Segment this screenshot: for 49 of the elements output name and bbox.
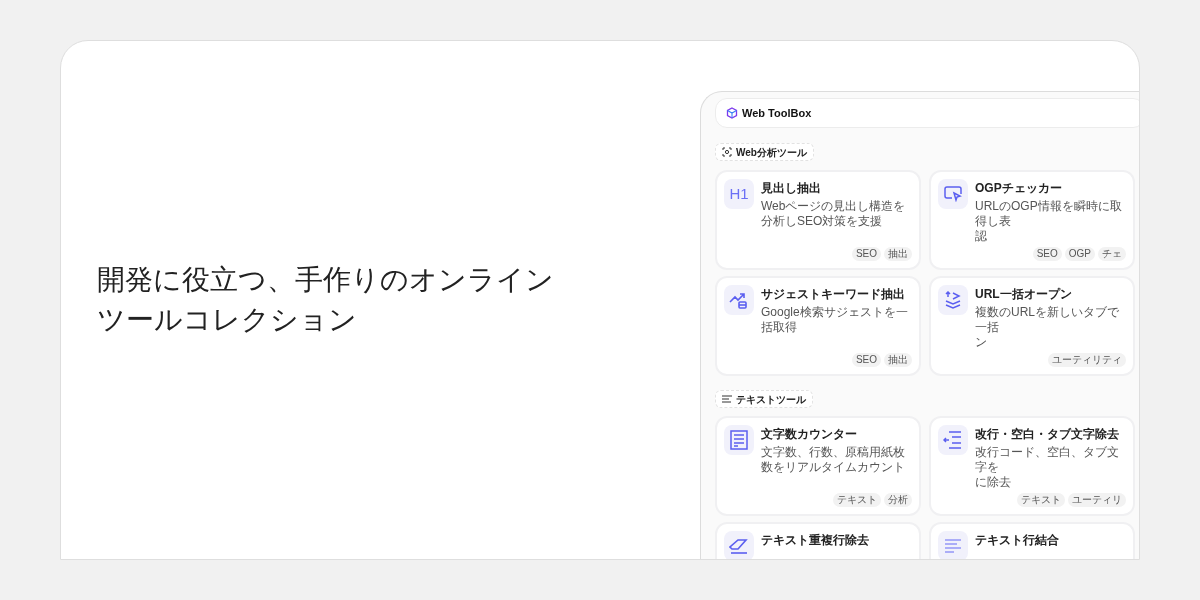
tag: チェ	[1098, 247, 1126, 261]
tag: OGP	[1064, 247, 1095, 261]
document-icon	[730, 430, 748, 450]
scan-icon	[722, 147, 732, 157]
section-title: テキストツール	[736, 392, 806, 407]
tool-card[interactable]: H1 見出し抽出 Webページの見出し構造を分析しSEO対策を支援 SEO 抽出	[715, 170, 921, 270]
tag: テキスト	[1017, 493, 1065, 507]
text-lines-icon	[944, 539, 962, 553]
tag: 抽出	[884, 247, 912, 261]
tag: SEO	[1032, 247, 1062, 261]
tool-card[interactable]: テキスト行結合	[929, 522, 1135, 559]
section-title: Web分析ツール	[736, 145, 807, 160]
tool-description: 複数のURLを新しいタブで一括 ン	[975, 305, 1120, 350]
tool-card[interactable]: 改行・空白・タブ文字除去 改行コード、空白、タブ文字を に除去 テキスト ユーティリ	[929, 416, 1135, 516]
tag: テキスト	[833, 493, 881, 507]
tool-card[interactable]: サジェストキーワード抽出 Google検索サジェストを一括取得 SEO 抽出	[715, 276, 921, 376]
tool-title: OGPチェッカー	[975, 180, 1063, 197]
tag: ユーティリ	[1068, 493, 1126, 507]
layers-icon	[944, 291, 962, 309]
tool-card[interactable]: OGPチェッカー URLのOGP情報を瞬時に取得し表 認 SEO OGP チェ	[929, 170, 1135, 270]
tool-description: Google検索サジェストを一括取得	[761, 305, 909, 335]
tool-card[interactable]: テキスト重複行除去	[715, 522, 921, 559]
trend-chart-icon	[729, 291, 749, 309]
tool-description: 文字数、行数、原稿用紙枚数をリアルタイムカウント	[761, 445, 906, 475]
tag: SEO	[851, 247, 881, 261]
indent-lines-icon	[943, 431, 963, 449]
tag: 分析	[884, 493, 912, 507]
tool-title: サジェストキーワード抽出	[761, 286, 906, 303]
tool-title: 見出し抽出	[761, 180, 822, 197]
headline: 開発に役立つ、手作りのオンラインツールコレクション	[97, 263, 555, 337]
tool-description: URLのOGP情報を瞬時に取得し表 認	[975, 199, 1123, 244]
tool-description: 改行コード、空白、タブ文字を に除去	[975, 445, 1120, 490]
tool-card[interactable]: 文字数カウンター 文字数、行数、原稿用紙枚数をリアルタイムカウント テキスト 分析	[715, 416, 921, 516]
tool-title: テキスト重複行除去	[761, 532, 869, 549]
cube-logo-icon	[726, 107, 738, 119]
lines-icon	[722, 395, 732, 403]
tag: 抽出	[884, 353, 912, 367]
screen-cursor-icon	[944, 186, 962, 202]
tool-title: 改行・空白・タブ文字除去	[975, 426, 1120, 443]
tool-card[interactable]: URL一括オープン 複数のURLを新しいタブで一括 ン ユーティリティ	[929, 276, 1135, 376]
tool-title: テキスト行結合	[975, 532, 1059, 549]
h1-icon: H1	[729, 182, 749, 206]
eraser-icon	[729, 538, 749, 554]
tag: ユーティリティ	[1048, 353, 1126, 367]
tool-title: URL一括オープン	[975, 286, 1073, 303]
tool-title: 文字数カウンター	[761, 426, 858, 443]
tag: SEO	[851, 353, 881, 367]
tool-description: Webページの見出し構造を分析しSEO対策を支援	[761, 199, 907, 229]
brand-name[interactable]: Web ToolBox	[742, 104, 812, 122]
